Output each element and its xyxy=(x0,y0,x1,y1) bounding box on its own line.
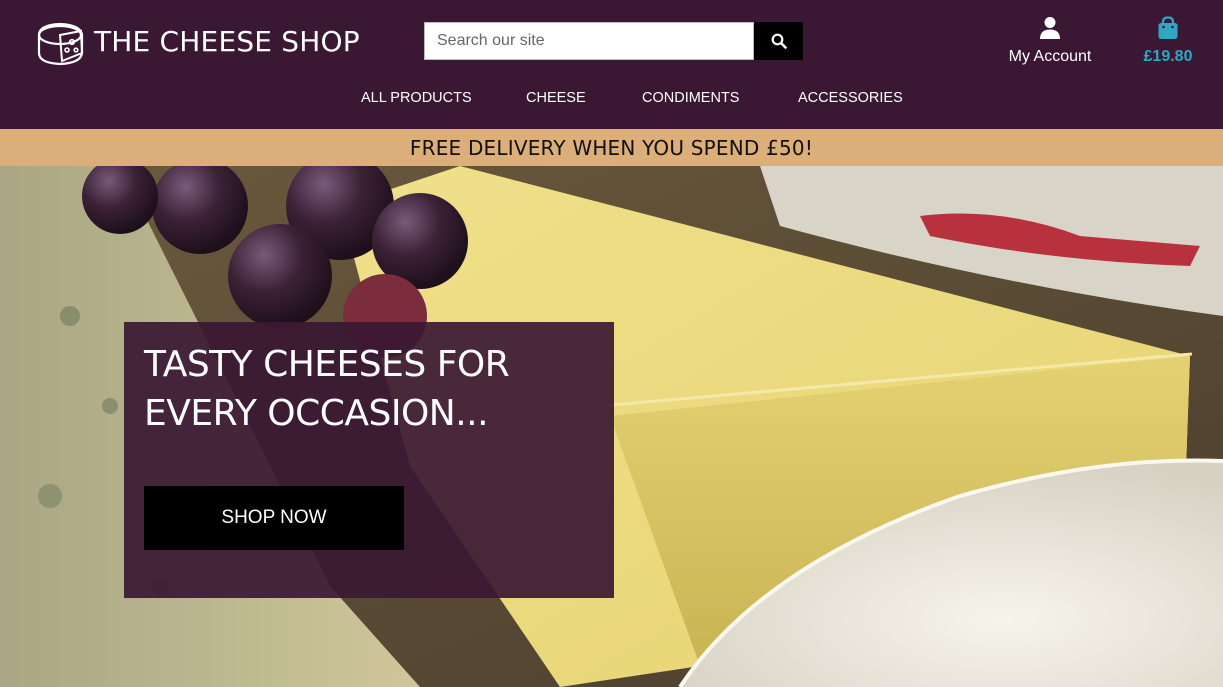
nav-cheese[interactable]: CHEESE xyxy=(526,90,586,106)
shop-now-button[interactable]: SHOP NOW xyxy=(144,486,404,550)
search-input[interactable] xyxy=(424,22,754,60)
search-bar xyxy=(424,22,803,60)
search-icon xyxy=(771,33,787,49)
hero-title: TASTY CHEESES FOR EVERY OCCASION... xyxy=(144,344,510,434)
hero-card: TASTY CHEESES FOR EVERY OCCASION... SHOP… xyxy=(124,322,614,598)
delivery-banner-text: FREE DELIVERY WHEN YOU SPEND £50! xyxy=(409,135,814,160)
hero-section: TASTY CHEESES FOR EVERY OCCASION... SHOP… xyxy=(0,166,1223,687)
nav-condiments[interactable]: CONDIMENTS xyxy=(642,90,739,106)
cheese-wheel-icon xyxy=(37,22,84,66)
site-header: THE CHEESE SHOP My Account £19.80 ALL PR… xyxy=(0,0,1223,129)
account-label: My Account xyxy=(1008,48,1092,65)
user-icon xyxy=(1040,17,1060,39)
site-logo[interactable]: THE CHEESE SHOP xyxy=(34,15,360,67)
shopping-bag-icon xyxy=(1158,16,1178,39)
search-button[interactable] xyxy=(754,22,803,60)
basket-total: £19.80 xyxy=(1143,48,1193,65)
brand-name: THE CHEESE SHOP xyxy=(94,24,360,58)
my-account-link[interactable]: My Account xyxy=(1000,16,1100,66)
nav-accessories[interactable]: ACCESSORIES xyxy=(798,90,903,106)
nav-all-products[interactable]: ALL PRODUCTS xyxy=(361,90,472,106)
basket-link[interactable]: £19.80 xyxy=(1136,16,1200,66)
delivery-banner: FREE DELIVERY WHEN YOU SPEND £50! xyxy=(0,129,1223,166)
